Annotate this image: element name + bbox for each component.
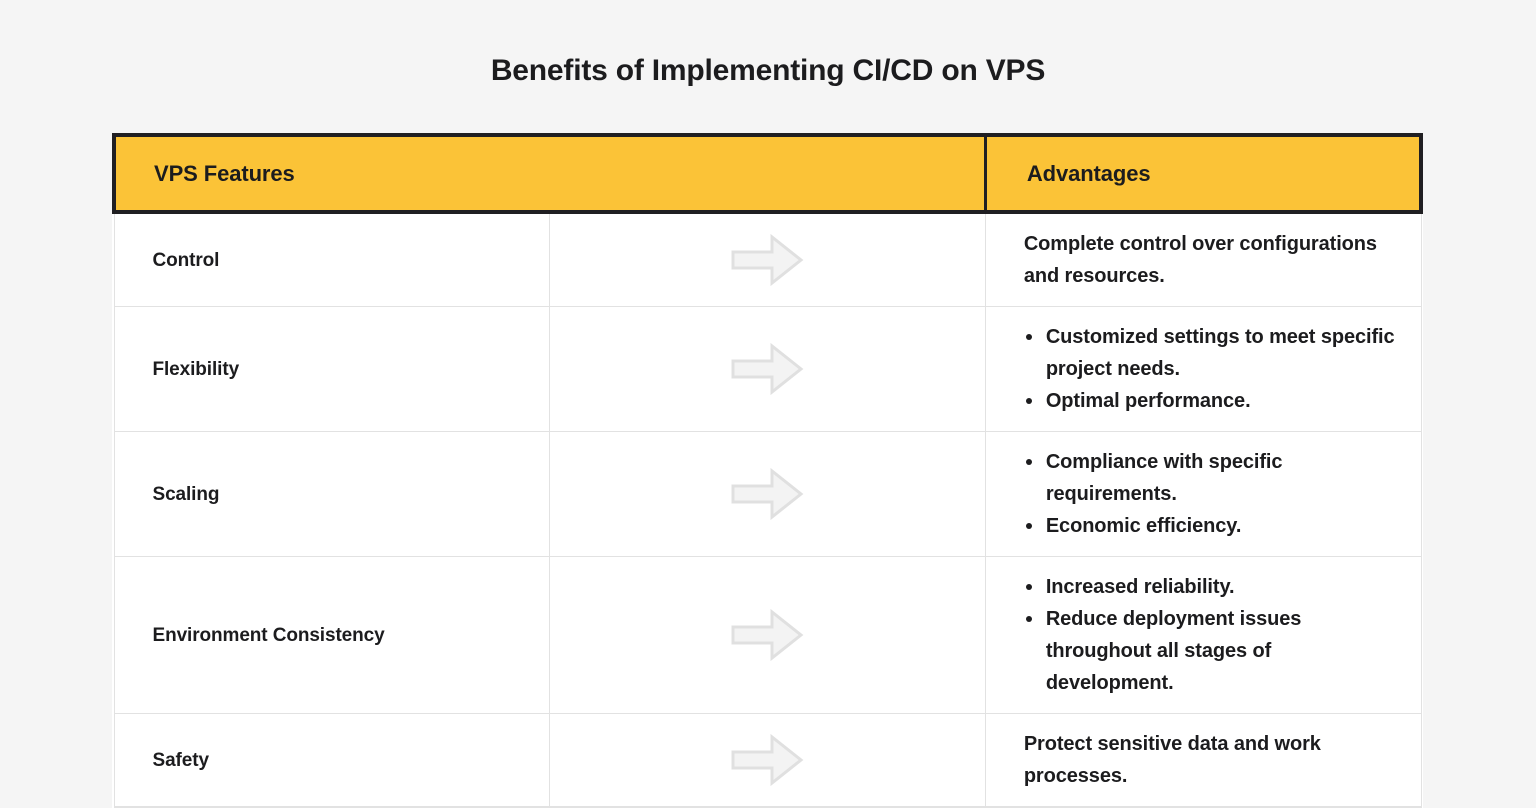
benefits-table: VPS Features Advantages Control Complete… xyxy=(111,133,1423,808)
page-title: Benefits of Implementing CI/CD on VPS xyxy=(490,54,1046,87)
feature-name-cell: Flexibility xyxy=(113,306,551,432)
advantages-cell: Protect sensitive data and work processe… xyxy=(984,713,1422,808)
advantages-list: Increased reliability. Reduce deployment … xyxy=(1024,571,1397,699)
arrow-cell xyxy=(549,211,986,307)
advantages-list: Customized settings to meet specific pro… xyxy=(1024,321,1397,417)
feature-name-cell: Environment Consistency xyxy=(113,556,551,714)
arrow-right-icon xyxy=(731,733,804,787)
arrow-right-icon xyxy=(731,608,804,662)
table-header: VPS Features Advantages xyxy=(111,133,1423,214)
advantage-text: Complete control over configurations and… xyxy=(1023,233,1377,287)
arrow-right-icon xyxy=(731,467,804,521)
advantages-cell: Customized settings to meet specific pro… xyxy=(984,306,1422,432)
table-row: Environment Consistency Increased reliab… xyxy=(113,556,1422,714)
advantage-list-item: Optimal performance. xyxy=(1024,385,1397,417)
column-header-advantages: Advantages xyxy=(985,133,1423,214)
advantages-cell: Increased reliability. Reduce deployment … xyxy=(984,556,1422,714)
advantages-cell: Complete control over configurations and… xyxy=(984,211,1422,307)
advantages-list: Compliance with specific requirements. Ec… xyxy=(1024,446,1397,542)
table-row: Flexibility Customized settings to meet … xyxy=(113,306,1422,432)
feature-name-cell: Safety xyxy=(113,713,551,808)
arrow-cell xyxy=(549,713,986,808)
feature-name-cell: Scaling xyxy=(113,431,551,557)
feature-name-cell: Control xyxy=(113,211,551,307)
arrow-cell xyxy=(549,431,986,557)
advantage-text: Protect sensitive data and work processe… xyxy=(1023,733,1321,787)
column-header-vps-features: VPS Features xyxy=(111,133,987,214)
table-row: Scaling Compliance with specific require… xyxy=(113,431,1422,557)
arrow-cell xyxy=(549,306,986,432)
arrow-right-icon xyxy=(731,233,804,287)
arrow-cell xyxy=(549,556,986,714)
table-header-row: VPS Features Advantages xyxy=(111,133,1423,214)
page-root: Benefits of Implementing CI/CD on VPS VP… xyxy=(0,0,1536,808)
advantage-list-item: Customized settings to meet specific pro… xyxy=(1024,321,1397,385)
advantage-list-item: Economic efficiency. xyxy=(1024,510,1397,542)
advantage-list-item: Increased reliability. xyxy=(1024,571,1397,603)
advantage-list-item: Compliance with specific requirements. xyxy=(1024,446,1397,510)
advantages-cell: Compliance with specific requirements. Ec… xyxy=(984,431,1422,557)
table-row: Control Complete control over configurat… xyxy=(113,211,1422,307)
benefits-table-container: VPS Features Advantages Control Complete… xyxy=(111,133,1423,808)
arrow-right-icon xyxy=(731,342,804,396)
advantage-list-item: Reduce deployment issues throughout all … xyxy=(1024,603,1397,699)
table-body: Control Complete control over configurat… xyxy=(113,211,1422,808)
table-row: Safety Protect sensitive data and work p… xyxy=(113,713,1422,808)
